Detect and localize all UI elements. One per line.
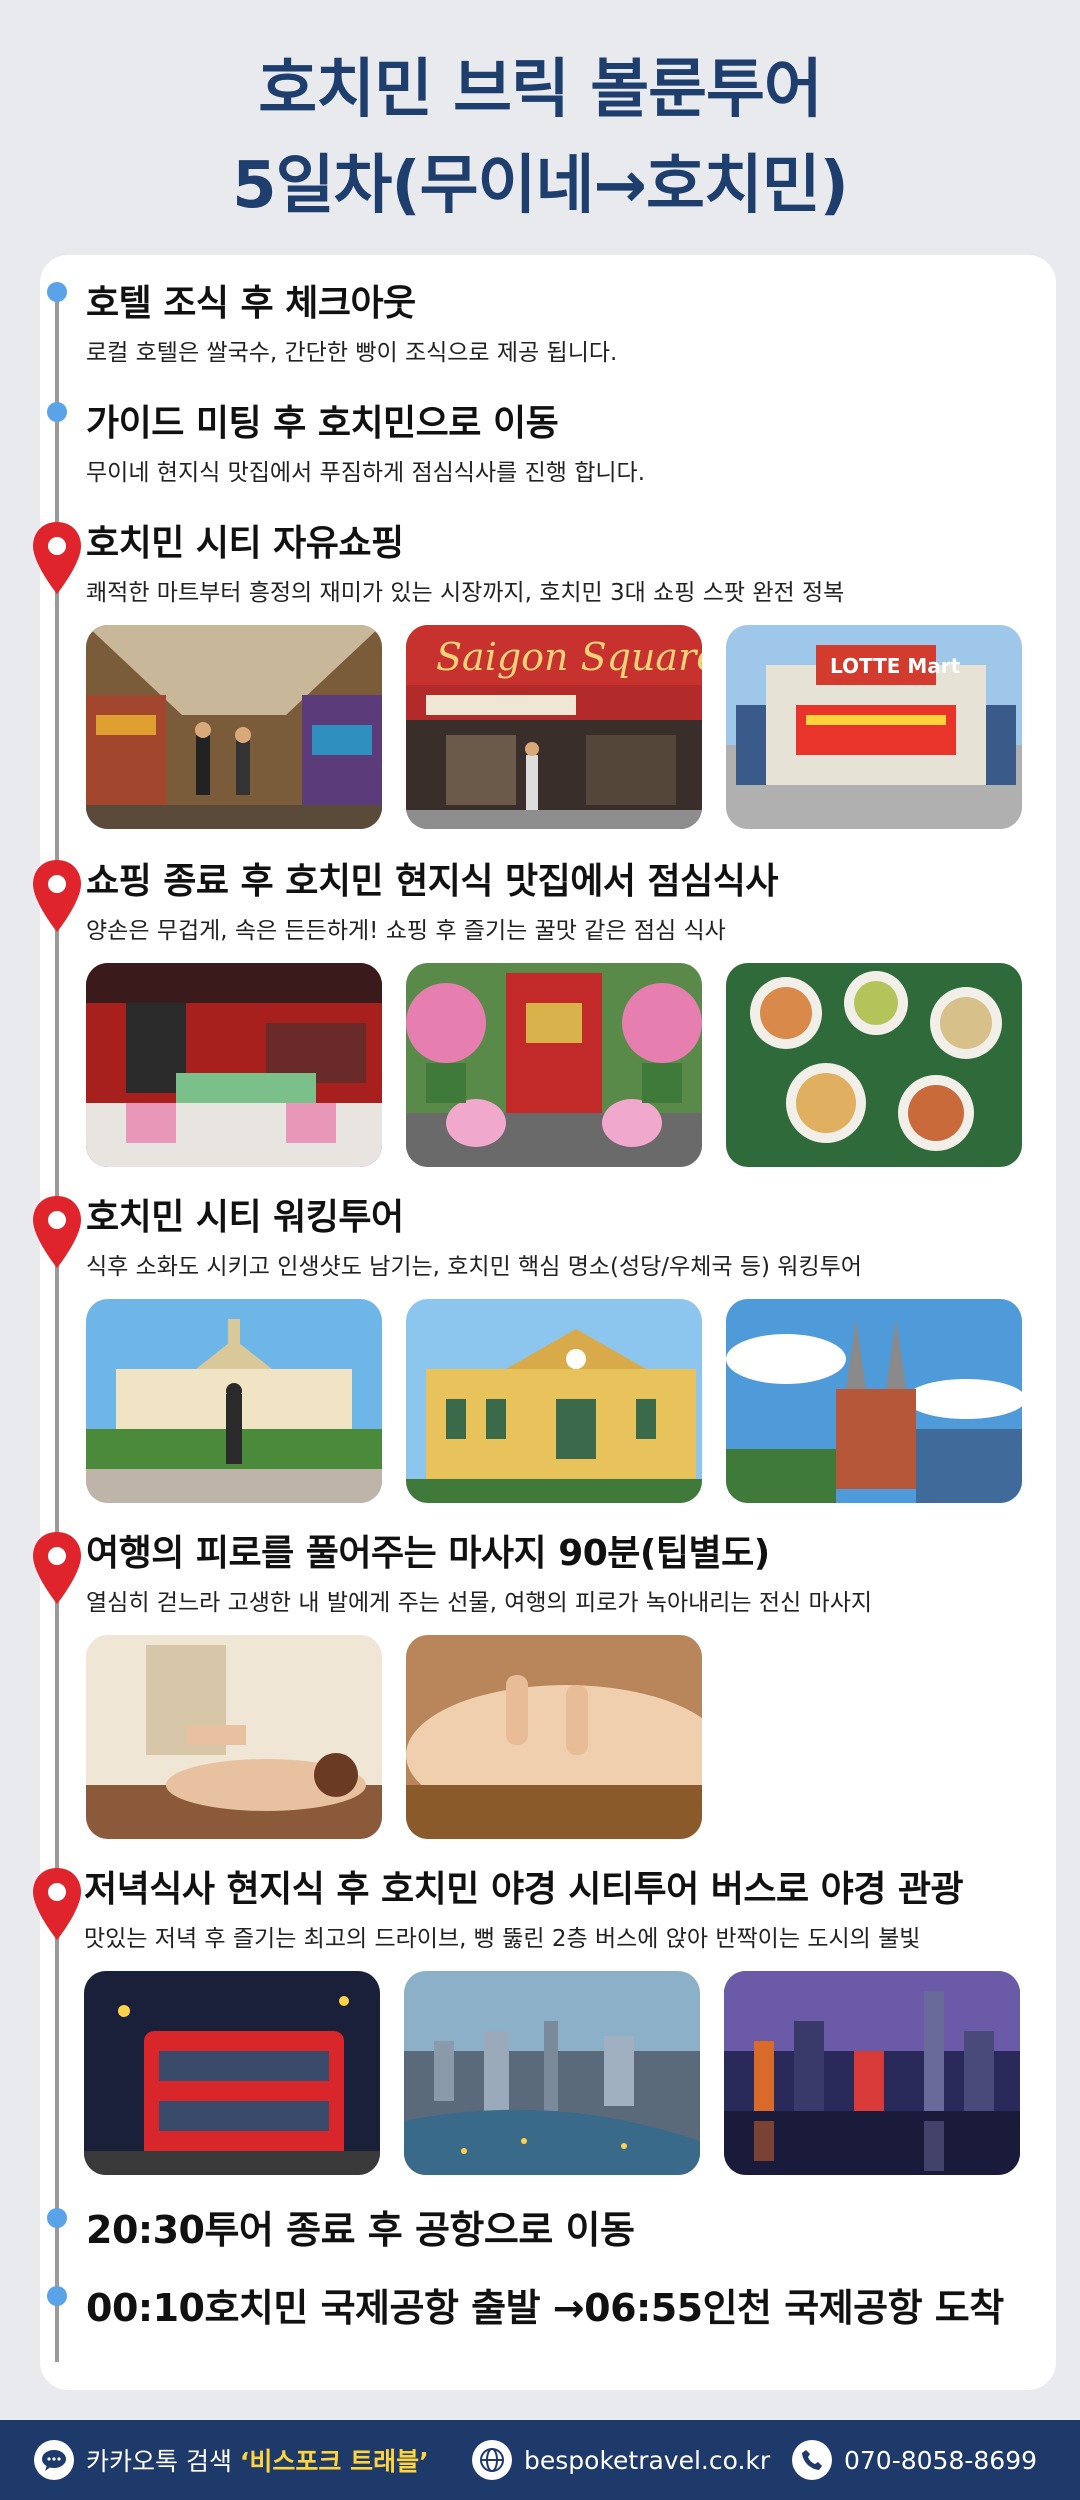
bus-tour-photo	[84, 1971, 380, 2175]
page-title-line1: 호치민 브릭 볼룬투어	[258, 53, 822, 127]
item-desc: 열심히 걷느라 고생한 내 발에게 주는 선물, 여행의 피로가 녹아내리는 전…	[86, 1590, 873, 1616]
item-desc: 로컬 호텔은 쌀국수, 간단한 빵이 조식으로 제공 됩니다.	[86, 340, 618, 366]
night-skyline-photo	[724, 1971, 1020, 2175]
map-pin-icon	[33, 860, 81, 932]
item-title: 호치민 시티 워킹투어	[86, 1197, 404, 1238]
timeline-dot	[47, 402, 67, 422]
kakao-contact[interactable]: 카카오톡 검색 ‘비스포크 트래블’	[34, 2438, 429, 2482]
page-title-line2: 5일차(무이네→호치민)	[232, 149, 849, 223]
chat-bubble-icon	[34, 2440, 74, 2480]
massage-photo-1	[86, 1635, 382, 1839]
post-office-photo	[406, 1299, 702, 1503]
item-desc: 양손은 무겁게, 속은 든든하게! 쇼핑 후 즐기는 꿀맛 같은 점심 식사	[86, 918, 726, 944]
item-title: 20:30투어 종료 후 공항으로 이동	[86, 2208, 635, 2252]
vietnamese-food-photo	[726, 963, 1022, 1167]
map-pin-icon	[33, 522, 81, 594]
website-text: bespoketravel.co.kr	[524, 2445, 771, 2475]
item-desc: 맛있는 저녁 후 즐기는 최고의 드라이브, 뻥 뚫린 2층 버스에 앉아 반짝…	[84, 1926, 921, 1952]
phone-text: 070-8058-8699	[844, 2445, 1038, 2475]
phone-icon	[792, 2440, 832, 2480]
item-title: 가이드 미팅 후 호치민으로 이동	[86, 403, 559, 444]
item-desc: 식후 소화도 시키고 인생샷도 남기는, 호치민 핵심 명소(성당/우체국 등)…	[86, 1254, 862, 1280]
market-photo	[86, 625, 382, 829]
website-link[interactable]: bespoketravel.co.kr	[472, 2438, 770, 2482]
phone-contact[interactable]: 070-8058-8699	[792, 2438, 1037, 2482]
aerial-city-photo	[404, 1971, 700, 2175]
kakao-search-text: 카카오톡 검색 ‘비스포크 트래블’	[86, 2442, 429, 2478]
timeline-line	[55, 290, 59, 2362]
lotte-mart-photo: LOTTE Mart	[726, 625, 1022, 829]
map-pin-icon	[33, 1196, 81, 1268]
item-title: 여행의 피로를 풀어주는 마사지 90분(팁별도)	[86, 1533, 770, 1574]
timeline-dot	[47, 282, 67, 302]
massage-photo-2	[406, 1635, 702, 1839]
map-pin-icon	[33, 1868, 81, 1940]
restaurant-entrance-photo	[406, 963, 702, 1167]
item-title: 호텔 조식 후 체크아웃	[86, 283, 416, 324]
globe-icon	[472, 2440, 512, 2480]
item-title: 호치민 시티 자유쇼핑	[86, 523, 404, 564]
timeline-dot	[47, 2208, 67, 2228]
cathedral-photo	[726, 1299, 1022, 1503]
item-title: 쇼핑 종료 후 호치민 현지식 맛집에서 점심식사	[86, 861, 778, 902]
item-desc: 무이네 현지식 맛집에서 푸짐하게 점심식사를 진행 합니다.	[86, 460, 646, 486]
svg-text:LOTTE Mart: LOTTE Mart	[830, 654, 961, 678]
saigon-square-photo: Saigon Square	[406, 625, 702, 829]
map-pin-icon	[33, 1532, 81, 1604]
svg-text:Saigon Square: Saigon Square	[436, 635, 702, 679]
item-title: 00:10호치민 국제공항 출발 →06:55인천 국제공항 도착	[86, 2286, 1004, 2330]
restaurant-interior-photo	[86, 963, 382, 1167]
footer-bar: 카카오톡 검색 ‘비스포크 트래블’ bespoketravel.co.kr 0…	[0, 2420, 1080, 2500]
item-desc: 쾌적한 마트부터 흥정의 재미가 있는 시장까지, 호치민 3대 쇼핑 스팟 완…	[86, 580, 845, 606]
city-hall-photo	[86, 1299, 382, 1503]
kakao-prefix: 카카오톡 검색	[86, 2447, 240, 2476]
timeline-dot	[47, 2286, 67, 2306]
kakao-highlight: ‘비스포크 트래블’	[239, 2447, 429, 2476]
item-title: 저녁식사 현지식 후 호치민 야경 시티투어 버스로 야경 관광	[84, 1869, 964, 1910]
